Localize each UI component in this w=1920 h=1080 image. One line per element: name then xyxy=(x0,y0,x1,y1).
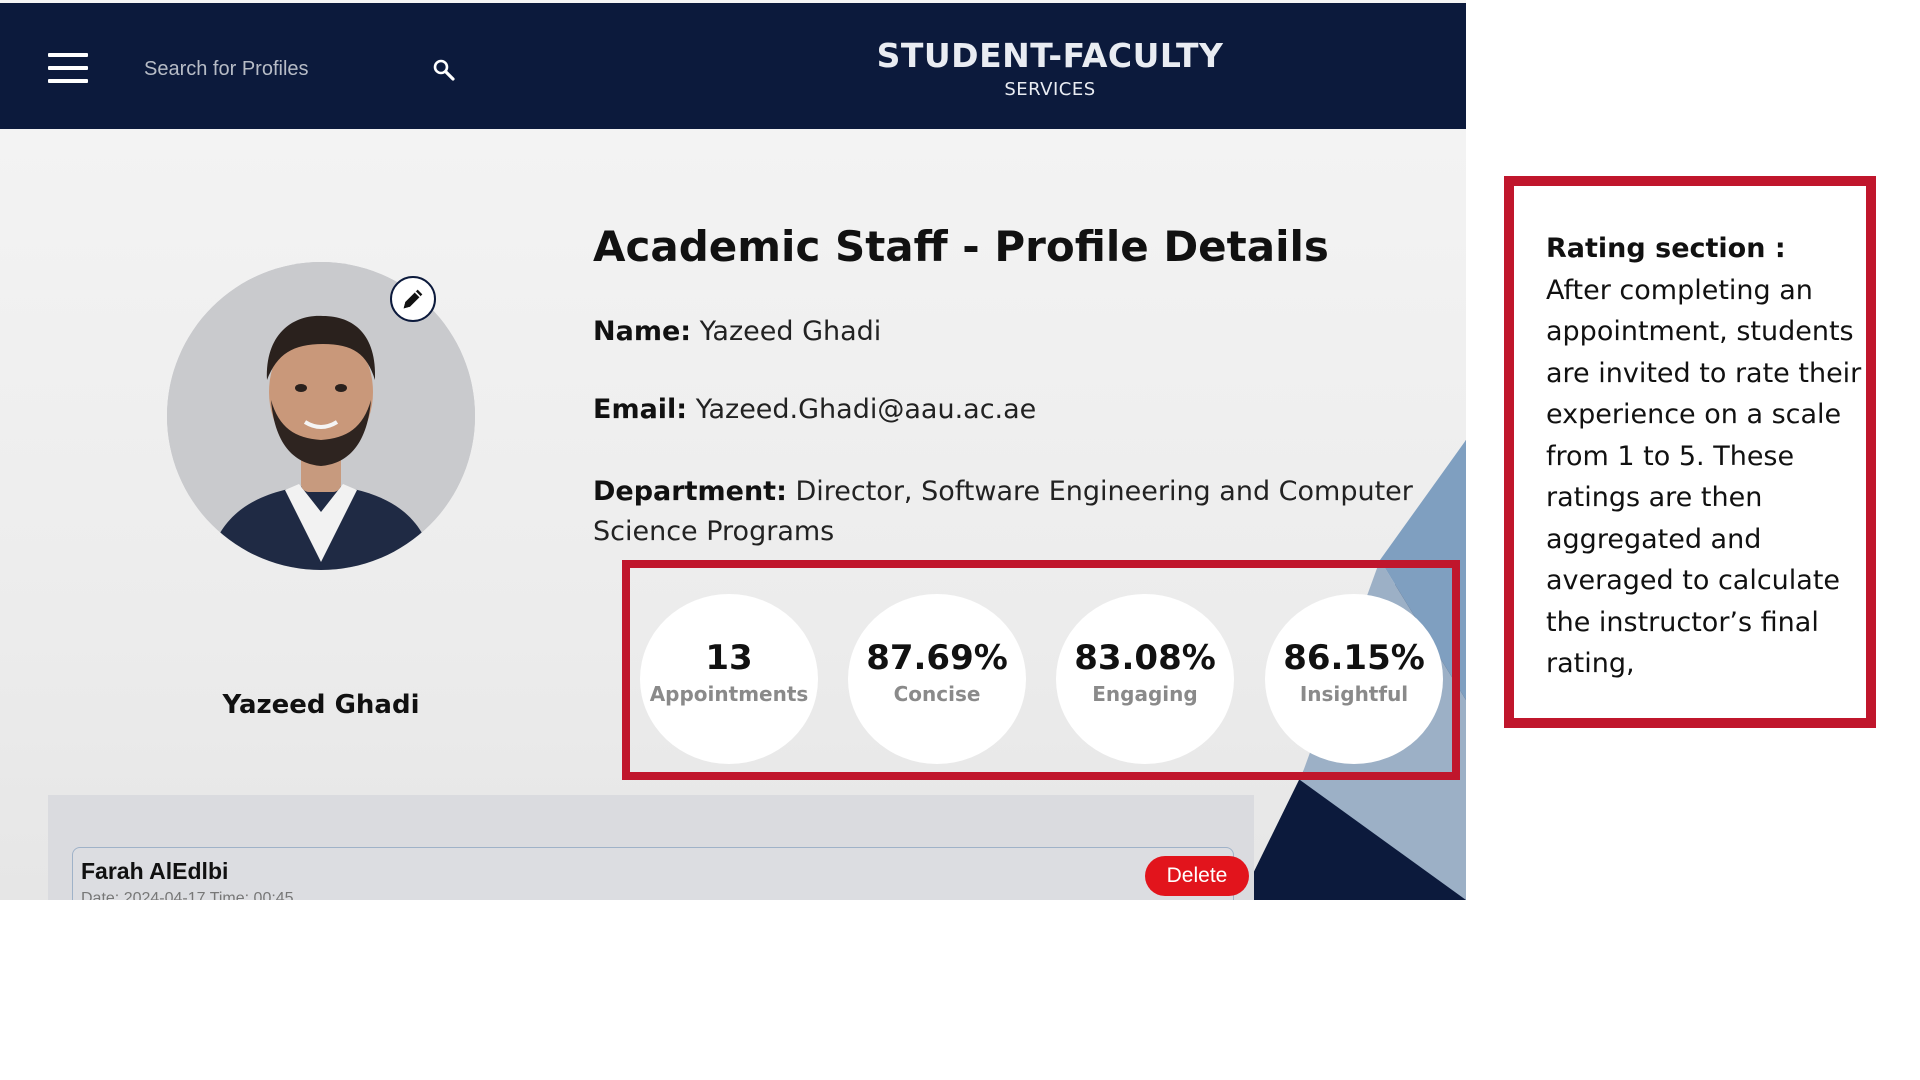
stat-value: 83.08% xyxy=(1074,638,1216,678)
brand-subtitle: SERVICES xyxy=(1004,79,1096,100)
appointment-student-name: Farah AlEdlbi xyxy=(81,858,229,884)
appointments-panel: Farah AlEdlbi Date: 2024-04-17 Time: 00:… xyxy=(48,795,1254,900)
profile-display-name: Yazeed Ghadi xyxy=(222,690,420,720)
stat-concise: 87.69% Concise xyxy=(848,594,1026,764)
name-field: Name: Yazeed Ghadi xyxy=(593,316,881,347)
email-field: Email: Yazeed.Ghadi@aau.ac.ae xyxy=(593,394,1036,425)
stat-engaging: 83.08% Engaging xyxy=(1056,594,1234,764)
department-field: Department: Director, Software Engineeri… xyxy=(593,472,1466,552)
stat-value: 87.69% xyxy=(866,638,1008,678)
edit-photo-button[interactable] xyxy=(390,276,436,322)
appointment-datetime: Date: 2024-04-17 Time: 00:45 xyxy=(81,890,294,900)
delete-appointment-button[interactable]: Delete xyxy=(1145,856,1249,896)
annotation-body: After completing an appointment, student… xyxy=(1546,274,1862,680)
email-label: Email: xyxy=(593,394,688,425)
annotation-text: Rating section : After completing an app… xyxy=(1546,228,1886,685)
app-window: STUDENT-FACULTY SERVICES xyxy=(0,0,1466,900)
department-label: Department: xyxy=(593,476,787,507)
page-title: Academic Staff - Profile Details xyxy=(593,222,1329,271)
stat-value: 86.15% xyxy=(1283,638,1425,678)
top-navbar: STUDENT-FACULTY SERVICES xyxy=(0,3,1466,129)
appointment-card: Farah AlEdlbi Date: 2024-04-17 Time: 00:… xyxy=(72,847,1249,900)
stat-label: Engaging xyxy=(1092,682,1198,706)
stat-label: Appointments xyxy=(649,682,809,706)
search-input[interactable] xyxy=(130,49,458,89)
stat-label: Insightful xyxy=(1299,682,1409,706)
email-value: Yazeed.Ghadi@aau.ac.ae xyxy=(695,394,1037,425)
stat-appointments: 13 Appointments xyxy=(640,594,818,764)
annotation-title: Rating section : xyxy=(1546,233,1786,264)
name-label: Name: xyxy=(593,316,692,347)
stat-insightful: 86.15% Insightful xyxy=(1265,594,1443,764)
brand-title: STUDENT-FACULTY xyxy=(876,36,1224,75)
hamburger-icon[interactable] xyxy=(48,53,88,83)
stat-label: Concise xyxy=(893,682,981,706)
stat-value: 13 xyxy=(705,638,753,678)
name-value: Yazeed Ghadi xyxy=(699,316,882,347)
brand-logo: STUDENT-FACULTY SERVICES xyxy=(780,35,1320,103)
pencil-icon xyxy=(403,289,423,309)
search-icon[interactable] xyxy=(432,58,456,82)
